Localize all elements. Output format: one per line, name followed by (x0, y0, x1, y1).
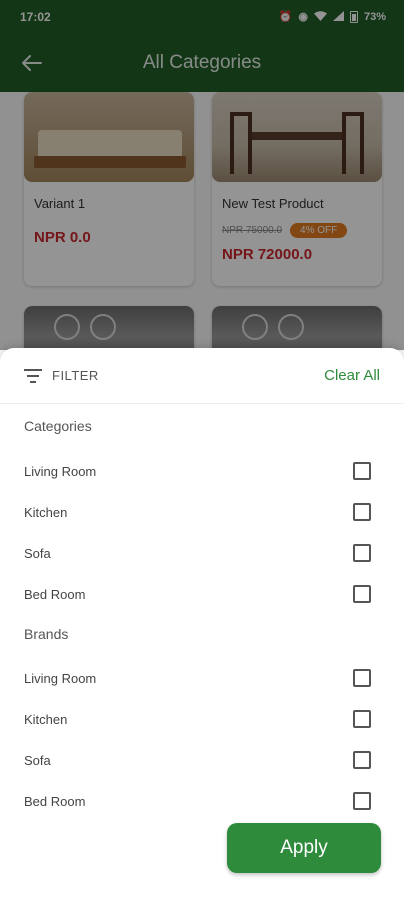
category-option-living-room[interactable]: Living Room (0, 451, 404, 491)
filter-bottom-sheet: FILTER Clear All Categories Living Room … (0, 348, 404, 900)
option-label: Bed Room (24, 586, 86, 602)
checkbox[interactable] (353, 544, 371, 562)
category-option-kitchen[interactable]: Kitchen (0, 492, 404, 532)
category-option-bed-room[interactable]: Bed Room (0, 574, 404, 614)
clear-all-button[interactable]: Clear All (324, 367, 380, 384)
apply-button[interactable]: Apply (227, 823, 381, 873)
filter-icon (24, 368, 42, 383)
option-label: Kitchen (24, 711, 68, 727)
checkbox[interactable] (353, 462, 371, 480)
categories-section-title: Categories (24, 418, 92, 434)
filter-header: FILTER Clear All (0, 348, 404, 404)
category-option-sofa[interactable]: Sofa (0, 533, 404, 573)
brand-option-bed-room[interactable]: Bed Room (0, 781, 404, 821)
filter-title: FILTER (52, 368, 99, 383)
brands-section-title: Brands (24, 626, 69, 642)
option-label: Kitchen (24, 504, 68, 520)
checkbox[interactable] (353, 669, 371, 687)
filter-title-group: FILTER (24, 368, 99, 383)
checkbox[interactable] (353, 792, 371, 810)
checkbox[interactable] (353, 503, 371, 521)
brand-option-living-room[interactable]: Living Room (0, 658, 404, 698)
option-label: Living Room (24, 670, 97, 686)
option-label: Sofa (24, 752, 51, 768)
option-label: Bed Room (24, 793, 86, 809)
checkbox[interactable] (353, 585, 371, 603)
brand-option-kitchen[interactable]: Kitchen (0, 699, 404, 739)
brand-option-sofa[interactable]: Sofa (0, 740, 404, 780)
option-label: Sofa (24, 545, 51, 561)
checkbox[interactable] (353, 710, 371, 728)
option-label: Living Room (24, 463, 97, 479)
checkbox[interactable] (353, 751, 371, 769)
modal-scrim[interactable] (0, 0, 404, 350)
